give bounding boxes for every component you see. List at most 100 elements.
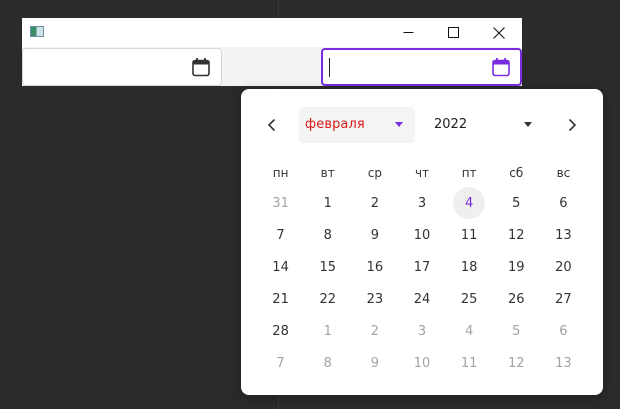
calendar-day[interactable]: 8	[304, 347, 351, 379]
date-picker-field-2[interactable]	[321, 48, 522, 86]
calendar-day[interactable]: 17	[398, 251, 445, 283]
calendar-day[interactable]: 5	[493, 187, 540, 219]
chevron-right-icon	[568, 118, 577, 132]
calendar-day[interactable]: 28	[257, 315, 304, 347]
day-number: 17	[413, 259, 431, 275]
next-month-button[interactable]	[561, 113, 583, 137]
day-number: 8	[323, 355, 332, 371]
calendar-icon[interactable]	[491, 57, 511, 77]
day-number: 14	[272, 259, 289, 275]
day-number: 21	[272, 291, 289, 307]
calendar-day[interactable]: 5	[493, 315, 540, 347]
day-number: 28	[272, 323, 289, 339]
weekday-label: пт	[461, 166, 477, 180]
calendar-day-today[interactable]: 4	[446, 187, 493, 219]
year-select[interactable]: 2022	[427, 107, 543, 143]
day-number: 1	[323, 323, 332, 339]
weekday-label: вс	[556, 166, 571, 180]
day-number: 23	[366, 291, 384, 307]
close-icon	[493, 26, 505, 39]
calendar-day[interactable]: 11	[446, 347, 493, 379]
calendar-day[interactable]: 12	[493, 219, 540, 251]
day-number: 3	[417, 323, 427, 339]
month-select[interactable]: февраля	[299, 107, 415, 143]
day-number: 11	[460, 227, 478, 243]
day-number: 20	[555, 259, 572, 275]
calendar-day[interactable]: 16	[351, 251, 398, 283]
day-number: 10	[413, 227, 431, 243]
chevron-left-icon	[267, 118, 276, 132]
calendar-day[interactable]: 27	[540, 283, 587, 315]
day-number: 7	[276, 355, 285, 371]
days-grid: 31 1 2 3 4 5 6 7 8 9 10 11 12 13 14 15 16 17 18 19 20 21 22 23 2…	[257, 187, 587, 379]
weekday-label: сб	[509, 166, 524, 180]
day-number: 25	[460, 291, 478, 307]
calendar-day[interactable]: 21	[257, 283, 304, 315]
calendar-day[interactable]: 19	[493, 251, 540, 283]
day-number: 12	[508, 227, 525, 243]
calendar-day[interactable]: 10	[398, 347, 445, 379]
calendar-popup: февраля 2022 пн вт ср чт пт сб вс 31 1 2 3 4…	[241, 89, 603, 395]
year-value: 2022	[434, 117, 468, 132]
calendar-day[interactable]: 14	[257, 251, 304, 283]
calendar-day[interactable]: 12	[493, 347, 540, 379]
calendar-day[interactable]: 7	[257, 347, 304, 379]
caret-down-icon	[524, 122, 532, 127]
day-number: 16	[366, 259, 384, 275]
calendar-day[interactable]: 3	[398, 187, 445, 219]
calendar-day[interactable]: 20	[540, 251, 587, 283]
calendar-day[interactable]: 6	[540, 187, 587, 219]
day-number: 1	[323, 195, 332, 211]
date-input-1[interactable]	[31, 53, 185, 81]
calendar-day[interactable]: 10	[398, 219, 445, 251]
calendar-day[interactable]: 18	[446, 251, 493, 283]
day-number: 22	[319, 291, 336, 307]
calendar-day[interactable]: 9	[351, 347, 398, 379]
month-value: февраля	[305, 117, 365, 132]
calendar-day[interactable]: 9	[351, 219, 398, 251]
calendar-day[interactable]: 31	[257, 187, 304, 219]
day-number: 10	[413, 355, 431, 371]
calendar-day[interactable]: 26	[493, 283, 540, 315]
day-number: 9	[370, 227, 379, 243]
app-window	[22, 18, 522, 86]
close-button[interactable]	[476, 18, 522, 47]
maximize-button[interactable]	[430, 18, 476, 47]
calendar-day[interactable]: 24	[398, 283, 445, 315]
calendar-day[interactable]: 6	[540, 315, 587, 347]
day-number: 6	[559, 323, 568, 339]
day-number: 26	[508, 291, 525, 307]
minimize-button[interactable]	[385, 18, 431, 47]
day-number: 4	[453, 187, 486, 219]
day-number: 18	[460, 259, 478, 275]
calendar-day[interactable]: 4	[446, 315, 493, 347]
day-number: 8	[323, 227, 332, 243]
calendar-day[interactable]: 13	[540, 347, 587, 379]
day-number: 4	[464, 323, 474, 339]
date-input-2[interactable]	[331, 54, 485, 82]
calendar-icon[interactable]	[191, 57, 211, 77]
calendar-day[interactable]: 1	[304, 315, 351, 347]
calendar-day[interactable]: 22	[304, 283, 351, 315]
calendar-day[interactable]: 25	[446, 283, 493, 315]
calendar-day[interactable]: 15	[304, 251, 351, 283]
calendar-day[interactable]: 3	[398, 315, 445, 347]
calendar-day[interactable]: 1	[304, 187, 351, 219]
day-number: 13	[555, 355, 572, 371]
day-number: 3	[417, 195, 427, 211]
previous-month-button[interactable]	[261, 113, 283, 137]
calendar-day[interactable]: 11	[446, 219, 493, 251]
calendar-day[interactable]: 2	[351, 315, 398, 347]
title-bar	[22, 18, 522, 47]
calendar-day[interactable]: 23	[351, 283, 398, 315]
weekday-label: пн	[272, 166, 289, 180]
calendar-day[interactable]: 8	[304, 219, 351, 251]
maximize-icon	[447, 27, 459, 38]
calendar-day[interactable]: 7	[257, 219, 304, 251]
calendar-day[interactable]: 2	[351, 187, 398, 219]
date-picker-field-1[interactable]	[22, 48, 222, 86]
day-number: 24	[413, 291, 431, 307]
day-number: 2	[370, 195, 379, 211]
minimize-icon	[403, 32, 413, 33]
calendar-day[interactable]: 13	[540, 219, 587, 251]
